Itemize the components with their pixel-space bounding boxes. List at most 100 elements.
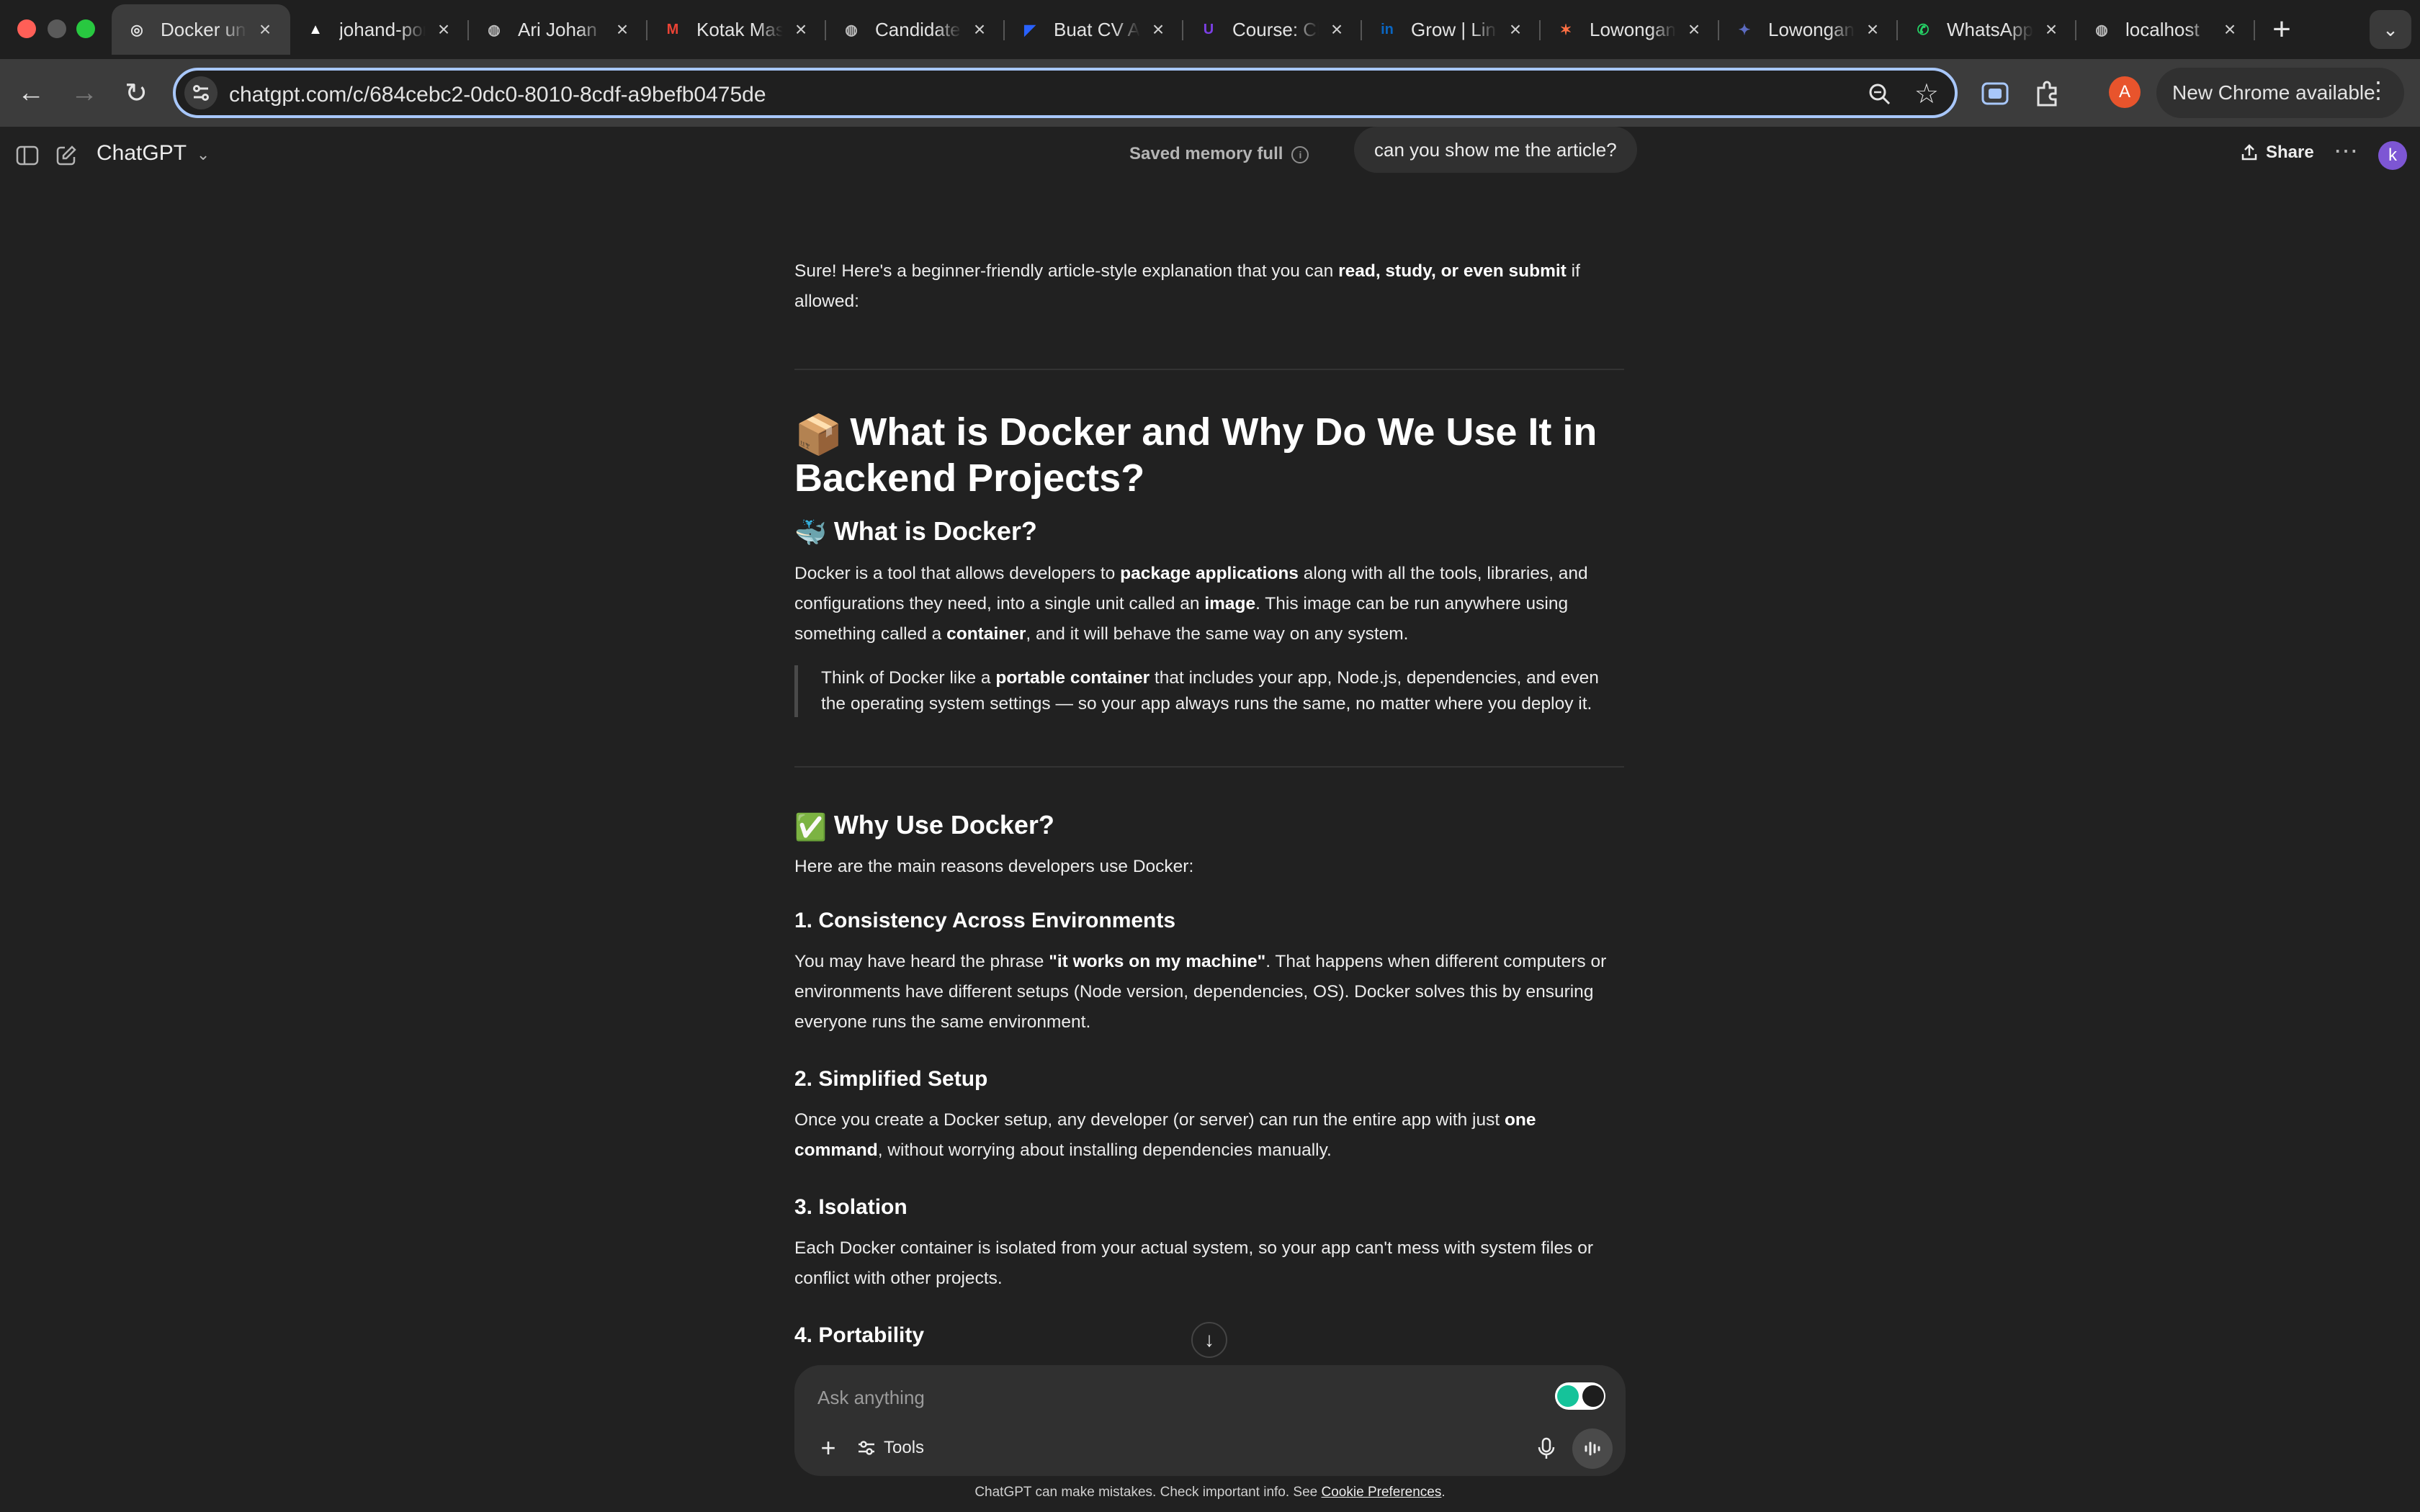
reason-heading-2: 2. Simplified Setup bbox=[794, 1066, 988, 1091]
chrome-update-button[interactable]: New Chrome available ⋮ bbox=[2156, 68, 2404, 118]
browser-tab[interactable]: ✶ Lowongan × bbox=[1541, 4, 1719, 55]
tab-list: ◎ Docker untuk Backend × ▲ johand-portfolio ×… bbox=[112, 4, 2255, 55]
linkedin-icon: in bbox=[1381, 21, 1394, 37]
browser-tab[interactable]: ◍ Ari Johan × bbox=[469, 4, 647, 55]
blockquote: Think of Docker like a portable containe… bbox=[794, 665, 1624, 718]
close-tab-icon[interactable]: × bbox=[1862, 18, 1883, 41]
close-tab-icon[interactable]: × bbox=[1147, 18, 1169, 41]
window-zoom-button[interactable] bbox=[76, 19, 95, 38]
sparkle-app-icon: ✦ bbox=[1738, 22, 1751, 38]
tab-title: Buat CV ATS bbox=[1054, 18, 1140, 40]
close-tab-icon[interactable]: × bbox=[1326, 18, 1348, 41]
section-heading-why-use-docker: ✅ Why Use Docker? bbox=[794, 808, 1624, 844]
browser-tab[interactable]: M Kotak Masuk × bbox=[647, 4, 826, 55]
cv-icon: ◤ bbox=[1024, 22, 1036, 38]
close-tab-icon[interactable]: × bbox=[254, 18, 276, 41]
reason-paragraph-2: Once you create a Docker setup, any deve… bbox=[794, 1110, 1536, 1160]
cookie-preferences-link[interactable]: Cookie Preferences bbox=[1322, 1485, 1442, 1500]
tab-title: Docker untuk Backend bbox=[161, 18, 247, 40]
browser-tab[interactable]: ◍ localhost × bbox=[2076, 4, 2255, 55]
chrome-profile-avatar[interactable]: A bbox=[2109, 76, 2141, 108]
globe-icon: ◍ bbox=[2095, 22, 2108, 38]
close-tab-icon[interactable]: × bbox=[969, 18, 990, 41]
share-icon bbox=[2241, 144, 2257, 161]
reason-heading-3: 3. Isolation bbox=[794, 1194, 908, 1219]
browser-tab[interactable]: ◍ Candidate × bbox=[826, 4, 1005, 55]
share-label: Share bbox=[2266, 143, 2314, 162]
chat-header: ChatGPT ⌄ Saved memory full i can you sho… bbox=[0, 127, 2420, 184]
share-button[interactable]: Share bbox=[2240, 143, 2314, 163]
close-tab-icon[interactable]: × bbox=[790, 18, 812, 41]
user-avatar[interactable]: k bbox=[2378, 141, 2407, 170]
course-icon: U bbox=[1203, 21, 1214, 37]
memory-status-text: Saved memory full bbox=[1129, 144, 1283, 163]
disclaimer-text: ChatGPT can make mistakes. Check importa… bbox=[974, 1485, 1446, 1500]
close-tab-icon[interactable]: × bbox=[1505, 18, 1526, 41]
close-tab-icon[interactable]: × bbox=[611, 18, 633, 41]
section-paragraph: Here are the main reasons developers use… bbox=[794, 856, 1194, 876]
attach-plus-icon[interactable]: + bbox=[812, 1431, 845, 1464]
browser-tab[interactable]: ▲ johand-portfolio × bbox=[290, 4, 469, 55]
browser-tab[interactable]: in Grow | LinkedIn × bbox=[1362, 4, 1541, 55]
user-message-bubble: can you show me the article? bbox=[1354, 127, 1637, 173]
extensions-icon[interactable] bbox=[2030, 76, 2064, 111]
browser-tab[interactable]: ✦ Lowongan × bbox=[1719, 4, 1898, 55]
forward-button[interactable]: → bbox=[66, 75, 102, 111]
browser-tab[interactable]: ✆ WhatsApp × bbox=[1898, 4, 2076, 55]
reason-heading-1: 1. Consistency Across Environments bbox=[794, 908, 1176, 932]
tab-title: Kotak Masuk bbox=[696, 18, 783, 40]
sliders-icon bbox=[859, 1441, 874, 1455]
globe-icon: ◍ bbox=[845, 22, 858, 38]
tab-search-button[interactable]: ⌄ bbox=[2370, 10, 2411, 49]
grammarly-icon[interactable] bbox=[1555, 1382, 1605, 1410]
microphone-icon[interactable] bbox=[1531, 1433, 1562, 1464]
site-settings-icon[interactable] bbox=[184, 76, 218, 109]
sidebar-toggle-icon[interactable] bbox=[13, 141, 42, 170]
url-text: chatgpt.com/c/684cebc2-0dc0-8010-8cdf-a9… bbox=[229, 83, 766, 107]
browser-toolbar: ← → ↻ chatgpt.com/c/684cebc2-0dc0-8010-8… bbox=[0, 59, 2420, 127]
window-minimize-button[interactable] bbox=[48, 19, 66, 38]
chrome-update-label: New Chrome available bbox=[2172, 81, 2375, 104]
browser-tab-strip: ◎ Docker untuk Backend × ▲ johand-portfolio ×… bbox=[0, 0, 2420, 59]
address-bar[interactable]: chatgpt.com/c/684cebc2-0dc0-8010-8cdf-a9… bbox=[173, 68, 1958, 118]
voice-mode-button[interactable] bbox=[1572, 1428, 1613, 1469]
tab-title: johand-portfolio bbox=[339, 18, 426, 40]
screen-cast-icon[interactable] bbox=[1978, 76, 2012, 111]
bookmark-star-icon[interactable]: ☆ bbox=[1914, 78, 1939, 110]
new-chat-icon[interactable] bbox=[52, 141, 81, 170]
close-tab-icon[interactable]: × bbox=[2040, 18, 2062, 41]
whale-icon: 🐳 bbox=[794, 518, 827, 548]
close-tab-icon[interactable]: × bbox=[2219, 18, 2241, 41]
info-icon[interactable]: i bbox=[1291, 145, 1309, 163]
tab-title: WhatsApp bbox=[1947, 18, 2033, 40]
window-close-button[interactable] bbox=[17, 19, 36, 38]
gmail-icon: M bbox=[666, 21, 679, 37]
scroll-down-arrow-icon[interactable]: ↓ bbox=[1191, 1322, 1227, 1358]
chrome-menu-icon[interactable]: ⋮ bbox=[2367, 76, 2390, 104]
model-name: ChatGPT bbox=[97, 141, 187, 165]
tab-title: Lowongan bbox=[1590, 18, 1676, 40]
browser-tab[interactable]: ◎ Docker untuk Backend × bbox=[112, 4, 290, 55]
message-composer[interactable]: Ask anything + Tools bbox=[794, 1365, 1626, 1476]
close-tab-icon[interactable]: × bbox=[433, 18, 454, 41]
memory-status: Saved memory full i bbox=[1129, 144, 1309, 164]
more-options-icon[interactable]: ⋯ bbox=[2334, 137, 2358, 166]
globe-icon: ◍ bbox=[488, 22, 501, 38]
chevron-down-icon: ⌄ bbox=[196, 145, 210, 163]
tools-label: Tools bbox=[884, 1438, 925, 1457]
zoom-icon[interactable] bbox=[1865, 80, 1894, 109]
tools-button[interactable]: Tools bbox=[856, 1431, 924, 1464]
voice-wave-icon bbox=[1585, 1441, 1600, 1456]
reload-button[interactable]: ↻ bbox=[118, 75, 154, 111]
close-tab-icon[interactable]: × bbox=[1683, 18, 1705, 41]
tab-title: localhost bbox=[2125, 18, 2200, 40]
section-heading-what-is-docker: 🐳 What is Docker? bbox=[794, 514, 1624, 550]
prompt-input[interactable]: Ask anything bbox=[817, 1387, 925, 1409]
back-button[interactable]: ← bbox=[13, 75, 49, 111]
package-icon: 📦 bbox=[794, 413, 843, 456]
new-tab-button[interactable]: + bbox=[2260, 10, 2303, 49]
model-selector[interactable]: ChatGPT ⌄ bbox=[97, 141, 210, 166]
browser-tab[interactable]: ◤ Buat CV ATS × bbox=[1005, 4, 1183, 55]
browser-tab[interactable]: U Course: Clean × bbox=[1183, 4, 1362, 55]
tab-title: Candidate bbox=[875, 18, 961, 40]
